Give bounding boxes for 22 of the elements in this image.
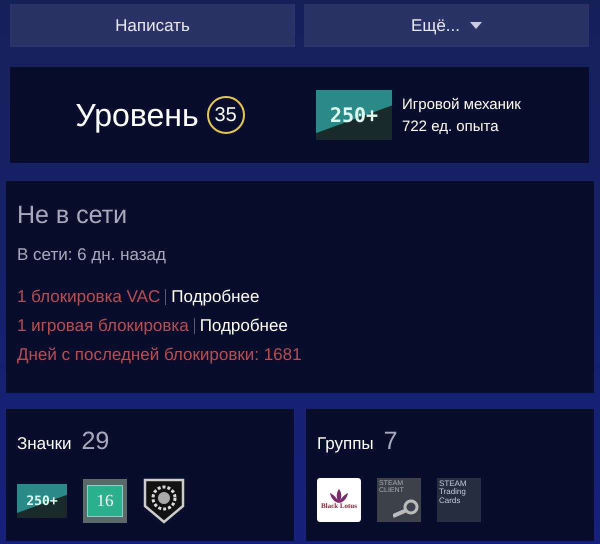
badge-icon[interactable]: 250+ (316, 90, 392, 140)
details-link[interactable]: Подробнее (200, 316, 288, 336)
ban-text: 1 блокировка VAC (17, 287, 160, 307)
last-online-text: В сети: 6 дн. назад (17, 245, 167, 265)
level-badge: 35 (206, 96, 245, 134)
details-link[interactable]: Подробнее (171, 287, 260, 307)
section-title[interactable]: Значки (17, 434, 72, 454)
ban-text: 1 игровая блокировка (17, 316, 189, 336)
days-since-ban-text: Дней с последней блокировки: 1681 (17, 345, 303, 365)
level-label: Уровень (75, 96, 199, 134)
group-avatar[interactable]: STEAM Trading Cards (437, 478, 481, 522)
badge-xp: 722 ед. опыта (402, 118, 500, 134)
more-dropdown-button[interactable]: Ещё... (304, 4, 589, 47)
section-count: 7 (384, 427, 398, 456)
shield-badge-icon[interactable] (143, 478, 185, 524)
caret-icon (470, 22, 482, 29)
badge-icon[interactable]: 250+ (17, 484, 67, 518)
section-count: 29 (82, 427, 110, 456)
section-title[interactable]: Группы (317, 434, 374, 454)
message-button[interactable]: Написать (10, 4, 295, 47)
status-title: Не в сети (17, 201, 128, 230)
badge-name: Игровой механик (402, 96, 521, 112)
